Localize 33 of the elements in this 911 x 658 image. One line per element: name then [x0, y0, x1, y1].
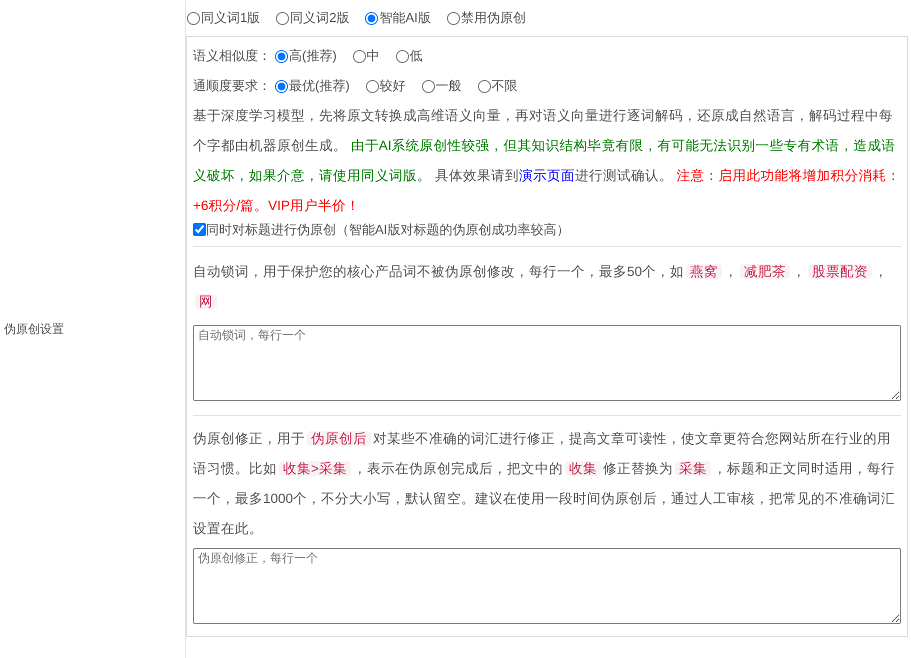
- radio-button[interactable]: [352, 50, 366, 62]
- lock-words-field[interactable]: 自动锁词，每行一个: [193, 325, 901, 401]
- description-text: 基于深度学习模型，先将原文转换成高维语义向量，再对语义向量进行逐词解码，还原成自然语言，解码过程中每个字都由机器原创生成。 由于AI系统原创性较强，但其知识结构毕竟有限，有可能无法识别一些专有术语，造成语义破坏，如果介意，请使用同义词版。 具体效果请到演示页面进行测试确认。 注意：启用此功能将增加积分消耗：+6积分/篇。VIP用户半价！: [193, 107, 901, 215]
- field-label: 通顺度要求：: [193, 77, 271, 96]
- demo-link[interactable]: 演示页面: [518, 168, 575, 183]
- radio-button[interactable]: [187, 12, 200, 24]
- option-label: 不限: [492, 77, 518, 96]
- option-label: 禁用伪原创: [460, 9, 526, 28]
- field-label: 语义相似度：: [193, 47, 271, 66]
- option-label: 一般: [436, 77, 462, 96]
- option-label: 高(推荐): [289, 47, 337, 66]
- option-label: 同义词1版: [201, 9, 260, 28]
- radio-button[interactable]: [478, 80, 491, 92]
- radio-button[interactable]: [446, 12, 460, 24]
- option-label: 同义词2版: [290, 9, 350, 28]
- checkbox[interactable]: [193, 223, 206, 236]
- option-label: 中: [366, 47, 380, 66]
- radio-button[interactable]: [365, 12, 378, 24]
- option-label: 较好: [380, 77, 406, 96]
- radio-button[interactable]: [275, 80, 288, 92]
- option-label: 智能AI版: [379, 9, 431, 28]
- option-label: 低: [410, 47, 423, 66]
- help-text: 伪原创修正，用于 伪原创后 对某些不准确的词汇进行修正，提高文章可读性，使文章更符合您网站所在行业的用语习惯。比如 收集>采集 ，表示在伪原创完成后，把文中的 收集 修正替换为 采集 ，标题和正文同时适用，每行一个，最多1000个，不分大小写，默认留空。建议在使用一段时间伪原创后，通过人工审核，把常见的不准确词汇设置在此。: [193, 430, 896, 538]
- checkbox-label: 同时对标题进行伪原创（智能AI版对标题的伪原创成功率较高）: [206, 220, 570, 239]
- option-label: 最优(推荐): [289, 77, 350, 96]
- radio-button[interactable]: [366, 80, 379, 92]
- radio-button[interactable]: [276, 12, 290, 24]
- help-text: 自动锁词，用于保护您的核心产品词不被伪原创修改，每行一个，最多50个，如 燕窝 ， 减肥茶 ， 股票配资 ， 网: [193, 263, 890, 311]
- radio-button[interactable]: [396, 50, 409, 62]
- section-label: 伪原创设置: [3, 321, 64, 338]
- radio-button[interactable]: [422, 80, 435, 92]
- correction-field[interactable]: 伪原创修正，每行一个: [193, 548, 901, 624]
- radio-button[interactable]: [275, 50, 288, 62]
